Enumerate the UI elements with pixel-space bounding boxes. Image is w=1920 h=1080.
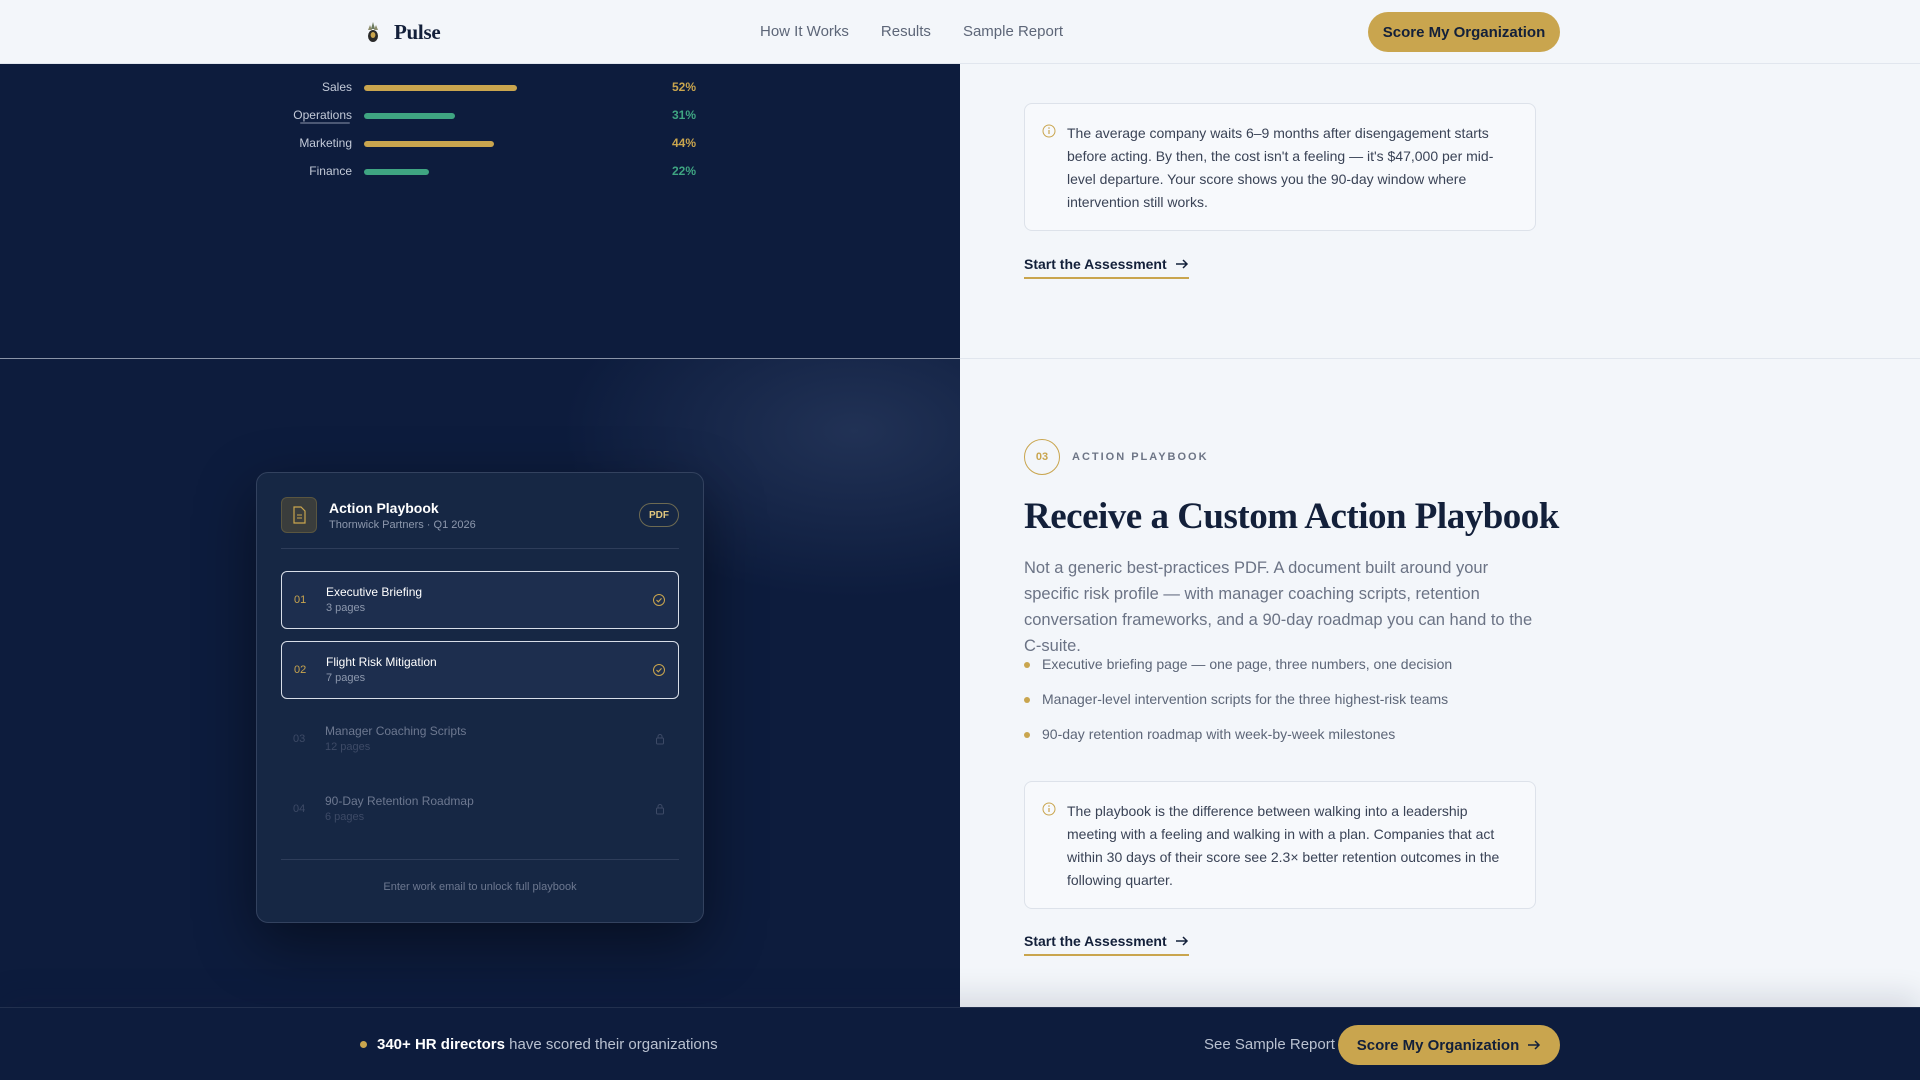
score-my-organization-label: Score My Organization [1356, 1036, 1520, 1054]
arrow-right-icon [1175, 936, 1188, 946]
section-description: Not a generic best-practices PDF. A docu… [1024, 559, 1533, 655]
item-pages: 6 pages [325, 811, 365, 823]
info-note: The playbook is the difference between w… [1024, 781, 1536, 909]
brand-logo-link[interactable]: Pulse [362, 19, 441, 45]
nav-link-how-it-works[interactable]: How It Works [760, 23, 849, 40]
item-number: 01 [294, 594, 307, 606]
step-label: ACTION PLAYBOOK [1072, 451, 1209, 463]
dept-label: Marketing [299, 136, 352, 150]
check-circle-icon [653, 664, 665, 676]
section-two-tail: The average company waits 6–9 months aft… [960, 52, 1920, 358]
nav-link-results[interactable]: Results [881, 23, 931, 40]
item-title: Manager Coaching Scripts [325, 724, 467, 738]
feature-list-item: 90-day retention roadmap with week-by-we… [1024, 726, 1452, 761]
lock-icon [656, 804, 664, 815]
feature-list-item: Executive briefing page — one page, thre… [1024, 656, 1452, 691]
dept-percent: 52% [672, 80, 697, 94]
dept-row-operations: Operations 31% [0, 108, 960, 124]
dept-label: Operations [293, 108, 352, 122]
arrow-right-icon [1175, 259, 1188, 269]
item-pages: 7 pages [326, 672, 366, 684]
start-assessment-link[interactable]: Start the Assessment [1024, 933, 1189, 956]
step-number-badge: 03 [1024, 439, 1060, 475]
nav-link-sample-report[interactable]: Sample Report [963, 23, 1063, 40]
feature-list: Executive briefing page — one page, thre… [1024, 656, 1452, 761]
dept-row-sales: Sales 52% [0, 80, 960, 96]
dept-bar [364, 169, 429, 175]
playbook-card-header: Action Playbook Thornwick Partners · Q1 … [281, 497, 679, 549]
info-note-text: The average company waits 6–9 months aft… [1067, 125, 1494, 210]
arrow-right-icon [1528, 1040, 1541, 1050]
feature-list-item: Manager-level intervention scripts for t… [1024, 691, 1452, 726]
check-circle-icon [653, 594, 665, 606]
dept-percent: 31% [672, 108, 697, 122]
top-navigation: Pulse How It Works Results Sample Report… [0, 0, 1920, 64]
document-icon [281, 497, 317, 533]
social-proof-text: have scored their organizations [509, 1036, 718, 1053]
playbook-card-subtitle: Thornwick Partners · Q1 2026 [329, 519, 476, 531]
status-dot [360, 1041, 367, 1048]
info-note-text: The playbook is the difference between w… [1067, 803, 1500, 888]
brand-name: Pulse [394, 19, 441, 44]
item-number: 02 [294, 664, 307, 676]
pdf-badge: PDF [639, 503, 679, 527]
dept-percent: 44% [672, 136, 697, 150]
playbook-item-flight-risk-mitigation[interactable]: 02 Flight Risk Mitigation 7 pages [281, 641, 679, 699]
nav-links: How It Works Results Sample Report [760, 23, 1063, 40]
dept-percent: 22% [672, 164, 697, 178]
pulse-logo-icon [368, 22, 378, 42]
playbook-card: Action Playbook Thornwick Partners · Q1 … [256, 472, 704, 923]
section-title: Receive a Custom Action Playbook [1024, 496, 1559, 537]
dept-bar [364, 113, 455, 119]
dept-label: Finance [309, 164, 352, 178]
sticky-cta-bar: 340+ HR directors have scored their orga… [0, 1007, 1920, 1080]
score-my-organization-button[interactable]: Score My Organization [1368, 12, 1560, 52]
info-icon [1042, 124, 1056, 138]
item-pages: 3 pages [326, 602, 366, 614]
playbook-item-executive-briefing[interactable]: 01 Executive Briefing 3 pages [281, 571, 679, 629]
playbook-item-retention-roadmap: 04 90-Day Retention Roadmap 6 pages [281, 781, 679, 839]
score-my-organization-button[interactable]: Score My Organization [1338, 1025, 1560, 1065]
playbook-item-manager-coaching-scripts: 03 Manager Coaching Scripts 12 pages [281, 711, 679, 769]
social-proof-count: 340+ HR directors [377, 1036, 505, 1053]
item-title: Executive Briefing [326, 585, 423, 599]
card-footer-divider [281, 859, 679, 860]
item-pages: 12 pages [325, 741, 371, 753]
see-sample-report-link[interactable]: See Sample Report [1204, 1036, 1335, 1053]
item-number: 04 [293, 803, 306, 815]
unlock-playbook-hint: Enter work email to unlock full playbook [383, 881, 577, 893]
dept-label: Sales [321, 80, 352, 94]
start-assessment-label: Start the Assessment [1024, 933, 1167, 949]
dept-bar [364, 85, 517, 91]
dept-row-finance: Finance 22% [0, 164, 960, 180]
lock-icon [656, 734, 664, 745]
dept-bar [364, 141, 494, 147]
info-icon [1042, 802, 1056, 816]
item-number: 03 [293, 733, 306, 745]
start-assessment-link[interactable]: Start the Assessment [1024, 256, 1189, 279]
dept-row-marketing: Marketing 44% [0, 136, 960, 152]
playbook-card-title: Action Playbook [329, 500, 439, 516]
section-action-playbook: 03 ACTION PLAYBOOK Receive a Custom Acti… [960, 359, 1920, 1007]
start-assessment-label: Start the Assessment [1024, 256, 1167, 272]
playbook-preview-panel: Action Playbook Thornwick Partners · Q1 … [0, 359, 960, 1007]
info-note: The average company waits 6–9 months aft… [1024, 103, 1536, 231]
social-proof: 340+ HR directors have scored their orga… [360, 1036, 718, 1053]
item-title: 90-Day Retention Roadmap [325, 794, 474, 808]
department-risk-panel: Sales 52% Operations 31% Marketing 44% F… [0, 64, 960, 358]
item-title: Flight Risk Mitigation [326, 655, 437, 669]
